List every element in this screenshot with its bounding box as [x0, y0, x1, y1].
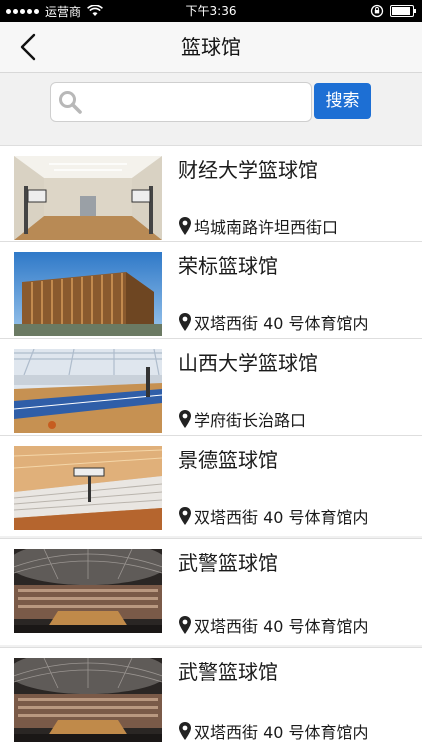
venue-name: 财经大学篮球馆: [178, 158, 318, 182]
venue-list-item[interactable]: 山西大学篮球馆 学府街长治路口: [0, 338, 422, 439]
venue-address: 双塔西街 40 号体育馆内: [178, 613, 369, 637]
location-pin-icon: [179, 722, 191, 740]
venue-thumbnail: [14, 349, 162, 433]
location-pin-icon: [179, 616, 191, 634]
search-input[interactable]: [85, 85, 309, 119]
status-left: 运营商: [6, 0, 103, 22]
carrier-label: 运营商: [45, 4, 82, 19]
back-button[interactable]: [10, 30, 46, 64]
venue-thumbnail: [14, 549, 162, 633]
venue-name: 荣标篮球馆: [178, 254, 278, 278]
venue-address-text: 双塔西街 40 号体育馆内: [194, 508, 369, 527]
venue-name: 景德篮球馆: [178, 448, 278, 472]
venue-address: 双塔西街 40 号体育馆内: [178, 310, 369, 334]
venue-address: 学府街长治路口: [178, 407, 306, 431]
status-bar: 运营商 下午3:36: [0, 0, 422, 22]
venue-address-text: 学府街长治路口: [194, 411, 307, 430]
venue-thumbnail: [14, 156, 162, 240]
location-pin-icon: [179, 217, 191, 235]
wifi-icon: [87, 5, 103, 16]
venue-name: 武警篮球馆: [178, 660, 278, 684]
venue-address-text: 双塔西街 40 号体育馆内: [194, 723, 369, 742]
location-pin-icon: [179, 410, 191, 428]
venue-name: 武警篮球馆: [178, 551, 278, 575]
location-pin-icon: [179, 313, 191, 331]
venue-thumbnail: [14, 252, 162, 336]
chevron-left-icon: [20, 33, 36, 61]
venue-address-text: 坞城南路许坦西街口: [194, 218, 339, 237]
orientation-lock-icon: [370, 4, 384, 18]
location-pin-icon: [179, 507, 191, 525]
venue-address-text: 双塔西街 40 号体育馆内: [194, 617, 369, 636]
venue-address: 双塔西街 40 号体育馆内: [178, 504, 369, 528]
venue-list-item[interactable]: 荣标篮球馆 双塔西街 40 号体育馆内: [0, 241, 422, 342]
venue-list-item[interactable]: 财经大学篮球馆 坞城南路许坦西街口: [0, 145, 422, 246]
venue-thumbnail: [14, 658, 162, 742]
venue-address: 双塔西街 40 号体育馆内: [178, 719, 369, 743]
page-title: 篮球馆: [181, 35, 241, 59]
venue-thumbnail: [14, 446, 162, 530]
search-button[interactable]: 搜索: [314, 83, 371, 119]
venue-list-item[interactable]: 武警篮球馆 双塔西街 40 号体育馆内: [0, 538, 422, 645]
signal-strength-icon: [6, 8, 39, 14]
search-bar: 搜索: [0, 73, 422, 135]
venue-address: 坞城南路许坦西街口: [178, 214, 338, 238]
search-box[interactable]: [50, 82, 312, 122]
venue-name: 山西大学篮球馆: [178, 351, 318, 375]
venue-list-item[interactable]: 武警篮球馆 双塔西街 40 号体育馆内: [0, 647, 422, 751]
battery-icon: [390, 5, 416, 17]
search-icon: [59, 91, 82, 114]
venue-list-item[interactable]: 景德篮球馆 双塔西街 40 号体育馆内: [0, 435, 422, 536]
nav-header: 篮球馆: [0, 22, 422, 73]
status-right: [370, 0, 416, 22]
venue-address-text: 双塔西街 40 号体育馆内: [194, 314, 369, 333]
